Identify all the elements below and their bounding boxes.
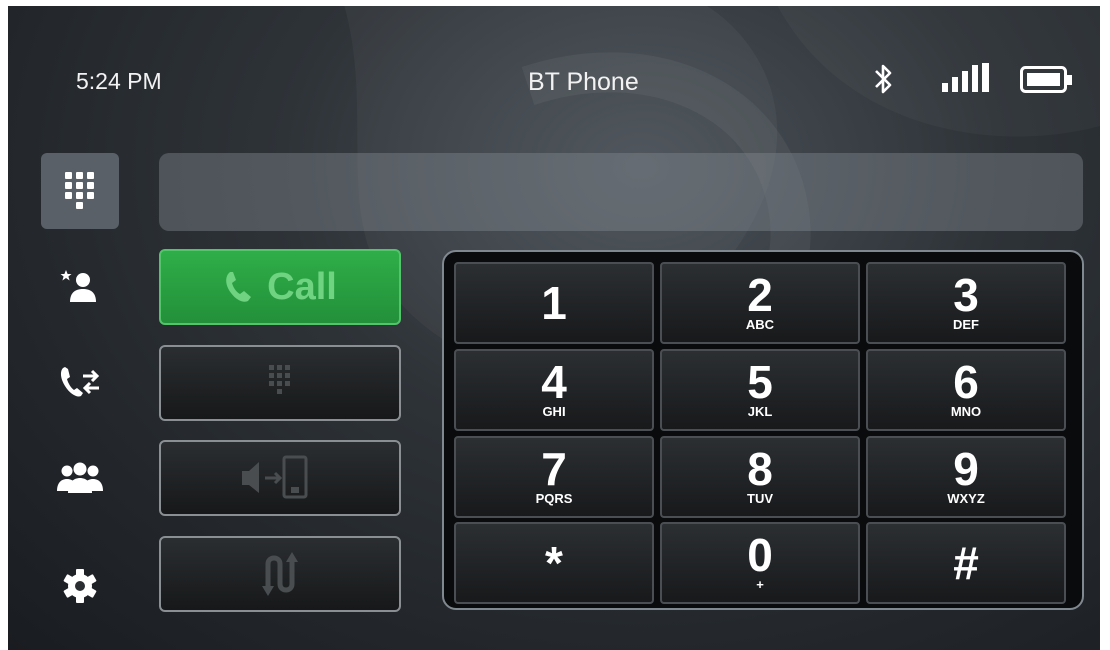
key-letters: + bbox=[756, 577, 764, 592]
key-digit: 7 bbox=[541, 443, 567, 495]
swap-call-icon bbox=[262, 552, 298, 596]
dialpad-icon bbox=[65, 172, 94, 209]
dtmf-keypad-button[interactable] bbox=[159, 345, 401, 421]
sidebar-item-favorites[interactable] bbox=[41, 248, 119, 324]
key-8[interactable]: 8 TUV bbox=[660, 436, 860, 518]
key-5[interactable]: 5 JKL bbox=[660, 349, 860, 431]
key-digit: # bbox=[953, 537, 979, 589]
key-digit: 1 bbox=[541, 277, 567, 329]
audio-transfer-button[interactable] bbox=[159, 440, 401, 516]
key-4[interactable]: 4 GHI bbox=[454, 349, 654, 431]
key-digit: 0 bbox=[747, 529, 773, 581]
key-hash[interactable]: # bbox=[866, 522, 1066, 604]
clock: 5:24 PM bbox=[76, 68, 162, 94]
gear-icon bbox=[63, 569, 97, 603]
key-digit: 9 bbox=[953, 443, 979, 495]
key-star[interactable]: * bbox=[454, 522, 654, 604]
key-digit: 6 bbox=[953, 356, 979, 408]
key-1[interactable]: 1 bbox=[454, 262, 654, 344]
sidebar-item-contacts[interactable] bbox=[41, 440, 119, 516]
key-9[interactable]: 9 WXYZ bbox=[866, 436, 1066, 518]
key-letters: GHI bbox=[542, 404, 566, 419]
key-letters: DEF bbox=[953, 317, 979, 332]
contacts-icon bbox=[57, 462, 103, 493]
audio-transfer-icon bbox=[242, 455, 308, 499]
signal-strength-icon bbox=[942, 63, 989, 92]
call-button-label: Call bbox=[267, 265, 337, 308]
favorite-contact-icon bbox=[60, 270, 96, 302]
bluetooth-icon bbox=[875, 64, 892, 94]
phone-icon bbox=[226, 272, 252, 302]
sidebar-item-keypad[interactable] bbox=[41, 153, 119, 229]
sidebar-item-recent-calls[interactable] bbox=[41, 344, 119, 420]
key-digit: 4 bbox=[541, 356, 567, 408]
dial-keypad: 1 2 ABC 3 DEF 4 GHI 5 JKL 6 MNO 7 PQRS 8… bbox=[442, 250, 1084, 610]
key-digit: 5 bbox=[747, 356, 773, 408]
key-digit: 2 bbox=[747, 269, 773, 321]
call-button[interactable]: Call bbox=[159, 249, 401, 325]
sidebar-item-settings[interactable] bbox=[41, 548, 119, 624]
phone-screen: 5:24 PM BT Phone Call 1 2 ABC 3 DEF 4 GH… bbox=[8, 6, 1100, 650]
key-letters: TUV bbox=[747, 491, 773, 506]
dialed-number-display[interactable] bbox=[159, 153, 1083, 231]
key-letters: MNO bbox=[950, 404, 982, 419]
key-6[interactable]: 6 MNO bbox=[866, 349, 1066, 431]
key-letters: JKL bbox=[747, 404, 773, 419]
key-2[interactable]: 2 ABC bbox=[660, 262, 860, 344]
app-title: BT Phone bbox=[528, 68, 639, 96]
key-letters: WXYZ bbox=[947, 491, 985, 506]
call-history-icon bbox=[60, 367, 100, 397]
key-letters: ABC bbox=[745, 317, 775, 332]
key-0[interactable]: 0 + bbox=[660, 522, 860, 604]
dtmf-keypad-icon bbox=[269, 365, 290, 394]
key-7[interactable]: 7 PQRS bbox=[454, 436, 654, 518]
key-digit: * bbox=[545, 537, 563, 589]
swap-call-button[interactable] bbox=[159, 536, 401, 612]
key-digit: 3 bbox=[953, 269, 979, 321]
battery-icon bbox=[1020, 66, 1072, 93]
key-3[interactable]: 3 DEF bbox=[866, 262, 1066, 344]
key-letters: PQRS bbox=[535, 491, 573, 506]
key-digit: 8 bbox=[747, 443, 773, 495]
